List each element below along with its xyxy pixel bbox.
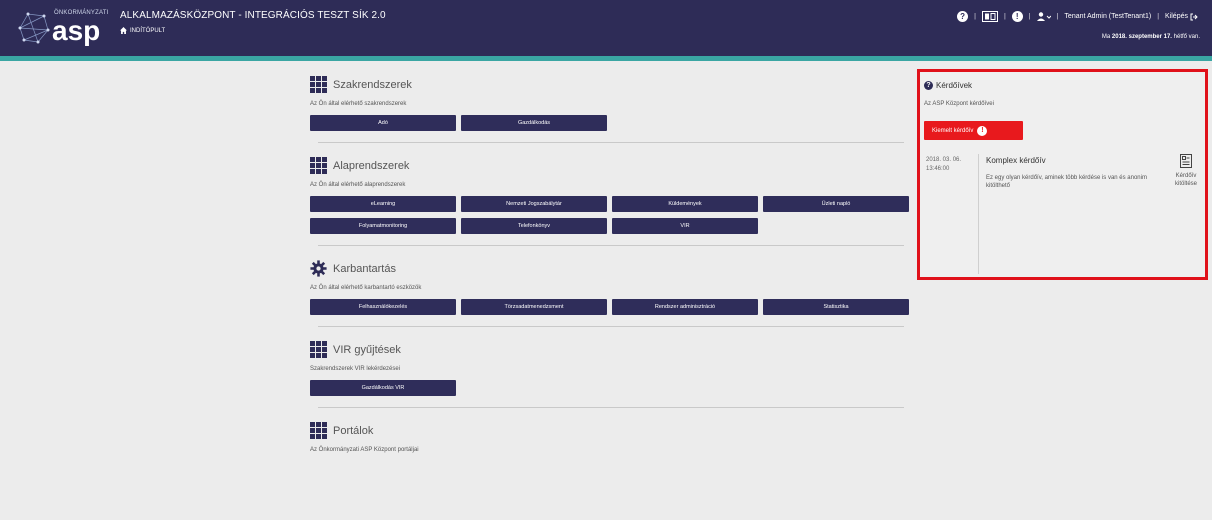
section-title: Szakrendszerek xyxy=(333,78,412,91)
section-2: Karbantartás Az Ön által elérhető karbant… xyxy=(310,260,910,327)
questionnaire-title: Komplex kérdőív xyxy=(986,156,1046,165)
date-value: 2018. szeptember 17. xyxy=(1111,34,1172,40)
section-buttons: Felhasználókezelés Törzsadatmenedzsment Re… xyxy=(310,299,915,315)
grid-icon xyxy=(310,76,327,93)
section-divider xyxy=(318,142,904,143)
app-button[interactable]: Üzleti napló xyxy=(763,196,909,212)
panel-header: ? Kérdőívek xyxy=(924,81,972,90)
section-title: Karbantartás xyxy=(333,262,396,275)
section-buttons: Gazdálkodás VIR xyxy=(310,380,915,396)
logout-icon xyxy=(1190,13,1198,20)
app-button[interactable]: Nemzeti Jogszabálytár xyxy=(461,196,607,212)
app-button[interactable]: Rendszer adminisztráció xyxy=(612,299,758,315)
panel-description: Az ASP Központ kérdőívei xyxy=(924,101,994,107)
display-switch-icon[interactable] xyxy=(981,11,998,22)
current-date: Ma 2018. szeptember 17. hétfő van. xyxy=(1102,34,1200,40)
questionnaire-date: 2018. 03. 06. 13:46:00 xyxy=(926,157,962,172)
user-name[interactable]: Tenant Admin (TestTenant1) xyxy=(1064,13,1151,20)
section-description: Az Ön által elérhető karbantartó eszközö… xyxy=(310,285,422,291)
app-title: ALKALMAZÁSKÖZPONT - INTEGRÁCIÓS TESZT SÍ… xyxy=(120,10,386,21)
app-button[interactable]: Statisztika xyxy=(763,299,909,315)
grid-icon xyxy=(310,341,327,358)
alert-icon: ! xyxy=(977,125,988,136)
section-header: Alaprendszerek xyxy=(310,157,910,174)
section-4: Portálok Az Önkormányzati ASP Központ por… xyxy=(310,422,910,453)
section-0: Szakrendszerek Az Ön által elérhető szakr… xyxy=(310,76,910,143)
section-3: VIR gyűjtések Szakrendszerek VIR lekérdez… xyxy=(310,341,910,408)
app-button[interactable]: Gazdálkodás VIR xyxy=(310,380,456,396)
featured-questionnaire-button[interactable]: Kiemelt kérdőív ! xyxy=(924,121,1023,140)
app-button[interactable]: Felhasználókezelés xyxy=(310,299,456,315)
app-button[interactable]: Küldemények xyxy=(612,196,758,212)
top-header: ÖNKORMÁNYZATI asp ALKALMAZÁSKÖZPONT - IN… xyxy=(0,0,1212,56)
section-1: Alaprendszerek Az Ön által elérhető alapr… xyxy=(310,157,910,246)
fill-questionnaire-link[interactable]: Kérdőív kitöltése xyxy=(1165,154,1207,188)
fill-questionnaire-label: Kérdőív kitöltése xyxy=(1174,173,1197,187)
app-button[interactable]: Törzsadatmenedzsment xyxy=(461,299,607,315)
date-prefix: Ma xyxy=(1101,34,1111,40)
section-title: VIR gyűjtések xyxy=(333,343,401,356)
breadcrumb-label: INDÍTÓPULT xyxy=(130,27,166,34)
questionnaire-description: Ez egy olyan kérdőív, aminek több kérdés… xyxy=(986,175,1147,189)
section-buttons: Adó Gazdálkodás xyxy=(310,115,915,131)
section-header: Portálok xyxy=(310,422,910,439)
accent-strip xyxy=(0,56,1212,61)
asp-logo[interactable]: ÖNKORMÁNYZATI asp xyxy=(14,8,114,48)
section-description: Az Ön által elérhető alaprendszerek xyxy=(310,182,406,188)
featured-questionnaire-label: Kiemelt kérdőív xyxy=(932,127,974,134)
breadcrumb[interactable]: INDÍTÓPULT xyxy=(120,27,165,34)
logout-link[interactable]: Kilépés xyxy=(1165,13,1198,21)
questionnaire-panel: ? Kérdőívek Az ASP Központ kérdőívei Kie… xyxy=(917,69,1208,280)
timeline-divider xyxy=(978,154,979,274)
panel-title: Kérdőívek xyxy=(936,81,973,90)
section-buttons: eLearning Nemzeti Jogszabálytár Küldeménye… xyxy=(310,196,915,234)
section-description: Az Önkormányzati ASP Központ portáljai xyxy=(310,447,419,453)
form-icon xyxy=(1180,154,1192,168)
grid-icon xyxy=(310,157,327,174)
app-button[interactable]: Folyamatmonitoring xyxy=(310,218,456,234)
info-icon[interactable]: ! xyxy=(1011,11,1023,22)
section-description: Szakrendszerek VIR lekérdezései xyxy=(310,366,401,372)
dashboard-main: Szakrendszerek Az Ön által elérhető szakr… xyxy=(310,76,910,453)
section-divider xyxy=(318,407,904,408)
app-button[interactable]: Adó xyxy=(310,115,456,131)
logo-network-icon xyxy=(18,12,50,44)
section-divider xyxy=(318,326,904,327)
gear-icon xyxy=(310,260,327,277)
home-icon xyxy=(120,27,127,34)
section-description: Az Ön által elérhető szakrendszerek xyxy=(310,101,407,107)
header-toolbar: ? | | ! | | Tenant Admin (TestTenant1) |… xyxy=(957,11,1198,22)
app-button[interactable]: Telefonkönyv xyxy=(461,218,607,234)
app-button[interactable]: VIR xyxy=(612,218,758,234)
logout-label: Kilépés xyxy=(1165,13,1188,20)
section-header: Karbantartás xyxy=(310,260,910,277)
logo-text: asp xyxy=(52,15,101,46)
section-header: VIR gyűjtések xyxy=(310,341,910,358)
app-button[interactable]: Gazdálkodás xyxy=(461,115,607,131)
grid-icon xyxy=(310,422,327,439)
section-header: Szakrendszerek xyxy=(310,76,910,93)
section-title: Alaprendszerek xyxy=(333,159,410,172)
section-title: Portálok xyxy=(333,424,374,437)
question-icon: ? xyxy=(924,81,933,90)
user-menu-icon[interactable] xyxy=(1036,12,1051,21)
help-icon[interactable]: ? xyxy=(957,11,969,22)
app-button[interactable]: eLearning xyxy=(310,196,456,212)
date-suffix: hétfő van. xyxy=(1173,34,1200,40)
section-divider xyxy=(318,245,904,246)
